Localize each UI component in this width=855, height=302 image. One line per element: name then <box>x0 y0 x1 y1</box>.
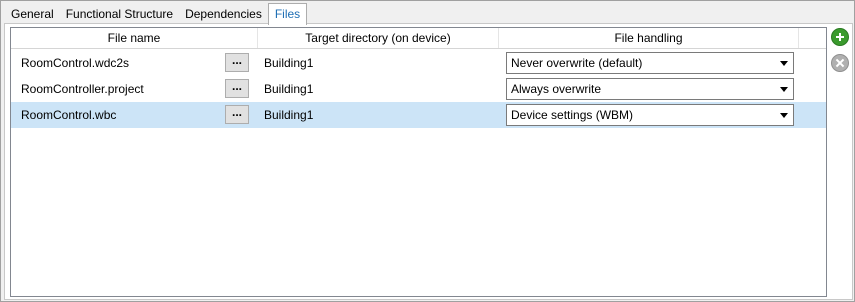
file-handling-dropdown[interactable]: Always overwrite <box>506 78 794 100</box>
browse-button[interactable]: ... <box>225 53 249 72</box>
tab-dependencies[interactable]: Dependencies <box>179 5 268 24</box>
files-table: File name Target directory (on device) F… <box>10 27 827 297</box>
x-circle-icon[interactable] <box>831 54 849 72</box>
chevron-down-icon <box>780 113 788 118</box>
table-row[interactable]: RoomControl.wdc2s ... Building1 Never ov… <box>11 50 826 76</box>
browse-button[interactable]: ... <box>225 79 249 98</box>
table-row[interactable]: RoomController.project ... Building1 Alw… <box>11 76 826 102</box>
file-handling-value: Device settings (WBM) <box>511 108 634 122</box>
tab-general[interactable]: General <box>5 5 60 24</box>
table-header: File name Target directory (on device) F… <box>11 28 826 49</box>
file-handling-value: Always overwrite <box>511 82 602 96</box>
file-name-cell: RoomControl.wbc <box>21 108 117 122</box>
file-handling-value: Never overwrite (default) <box>511 56 643 70</box>
header-file-name[interactable]: File name <box>11 28 258 48</box>
target-directory-cell[interactable]: Building1 <box>264 76 313 102</box>
plus-circle-icon[interactable] <box>831 28 849 46</box>
tab-files[interactable]: Files <box>267 3 308 25</box>
chevron-down-icon <box>780 61 788 66</box>
table-row-selected[interactable]: RoomControl.wbc ... Building1 Device set… <box>11 102 826 128</box>
target-directory-cell[interactable]: Building1 <box>264 50 313 76</box>
browse-button[interactable]: ... <box>225 105 249 124</box>
tab-strip: General Functional Structure Dependencie… <box>5 3 308 25</box>
files-dialog: General Functional Structure Dependencie… <box>0 0 855 302</box>
tab-functional-structure[interactable]: Functional Structure <box>60 5 179 24</box>
file-handling-dropdown[interactable]: Never overwrite (default) <box>506 52 794 74</box>
target-directory-cell[interactable]: Building1 <box>264 102 313 128</box>
chevron-down-icon <box>780 87 788 92</box>
files-panel: File name Target directory (on device) F… <box>4 23 853 300</box>
header-file-handling[interactable]: File handling <box>499 28 799 48</box>
header-target-directory[interactable]: Target directory (on device) <box>258 28 499 48</box>
file-handling-dropdown[interactable]: Device settings (WBM) <box>506 104 794 126</box>
file-name-cell: RoomController.project <box>21 82 144 96</box>
file-name-cell: RoomControl.wdc2s <box>21 56 130 70</box>
